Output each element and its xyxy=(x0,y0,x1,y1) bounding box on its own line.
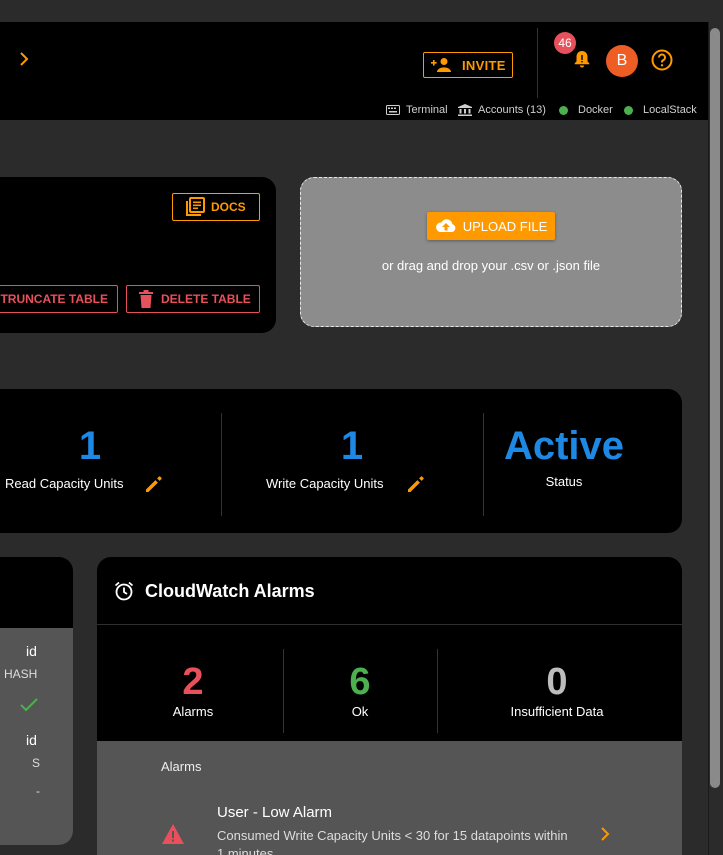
read-capacity-value: 1 xyxy=(78,424,102,468)
hash-key-name: id xyxy=(26,643,37,659)
edit-read-capacity-icon[interactable] xyxy=(144,474,164,494)
docker-status[interactable]: Docker xyxy=(559,101,613,119)
terminal-label: Terminal xyxy=(406,104,448,116)
truncate-table-button[interactable]: TRUNCATE TABLE xyxy=(0,285,118,313)
localstack-status-dot xyxy=(624,105,633,115)
alarm-description: Consumed Write Capacity Units < 30 for 1… xyxy=(217,828,568,855)
avatar[interactable]: B xyxy=(606,45,638,77)
cloudwatch-title: CloudWatch Alarms xyxy=(145,581,315,601)
check-icon xyxy=(20,698,38,712)
person-add-icon xyxy=(431,58,451,72)
ok-count: 6 xyxy=(349,661,371,703)
alarm-stats-divider xyxy=(283,649,284,733)
bell-icon[interactable] xyxy=(571,48,593,70)
bank-icon xyxy=(458,104,472,116)
upload-file-label: UPLOAD FILE xyxy=(462,218,548,234)
read-capacity-label: Read Capacity Units xyxy=(5,476,124,491)
invite-button[interactable]: INVITE xyxy=(423,52,513,78)
table-status-value: Active xyxy=(503,424,625,468)
write-capacity-label: Write Capacity Units xyxy=(266,476,384,491)
library-books-icon xyxy=(186,197,205,216)
accounts-status[interactable]: Accounts (13) xyxy=(458,101,546,119)
attribute-name: id xyxy=(26,732,37,748)
upload-file-button[interactable]: UPLOAD FILE xyxy=(427,212,555,240)
window-top-strip xyxy=(0,0,723,22)
invite-label: INVITE xyxy=(462,57,506,73)
attribute-extra: - xyxy=(36,784,40,798)
warning-icon xyxy=(162,824,184,844)
alarms-count-label: Alarms xyxy=(172,704,214,719)
capacity-divider xyxy=(221,413,222,516)
notification-badge: 46 xyxy=(554,32,576,54)
alarm-list-heading: Alarms xyxy=(161,759,202,774)
help-icon[interactable] xyxy=(650,48,674,72)
cloud-upload-icon xyxy=(435,219,456,232)
header-divider xyxy=(537,28,538,98)
edit-write-capacity-icon[interactable] xyxy=(406,474,426,494)
accounts-label: Accounts (13) xyxy=(478,104,546,116)
chevron-right-icon[interactable] xyxy=(16,48,32,70)
scrollbar-thumb[interactable] xyxy=(710,28,720,788)
delete-label: DELETE TABLE xyxy=(161,292,251,306)
localstack-label: LocalStack xyxy=(643,104,697,116)
delete-table-button[interactable]: DELETE TABLE xyxy=(126,285,260,313)
alarm-clock-icon xyxy=(114,581,134,601)
truncate-label: TRUNCATE TABLE xyxy=(0,292,108,306)
chevron-right-icon[interactable] xyxy=(598,825,612,843)
docker-status-dot xyxy=(559,105,568,115)
insufficient-count-label: Insufficient Data xyxy=(510,704,604,719)
terminal-status[interactable]: Terminal xyxy=(386,101,448,119)
hash-key-type: HASH xyxy=(4,667,38,681)
insufficient-count: 0 xyxy=(546,661,568,703)
alarm-stats-divider xyxy=(437,649,438,733)
alarm-name: User - Low Alarm xyxy=(217,804,333,821)
localstack-status[interactable]: LocalStack xyxy=(624,101,697,119)
ok-count-label: Ok xyxy=(351,704,369,719)
docs-button[interactable]: DOCS xyxy=(172,193,260,221)
table-status-label: Status xyxy=(545,474,583,489)
attribute-type: S xyxy=(32,756,41,770)
write-capacity-value: 1 xyxy=(340,424,364,468)
keyboard-icon xyxy=(386,105,400,115)
upload-hint: or drag and drop your .csv or .json file xyxy=(381,258,601,273)
cloudwatch-divider xyxy=(97,624,682,625)
alarms-count: 2 xyxy=(182,661,204,703)
trash-icon xyxy=(139,290,153,308)
file-drop-zone[interactable] xyxy=(300,177,682,327)
docs-label: DOCS xyxy=(211,200,246,214)
docker-label: Docker xyxy=(578,104,613,116)
